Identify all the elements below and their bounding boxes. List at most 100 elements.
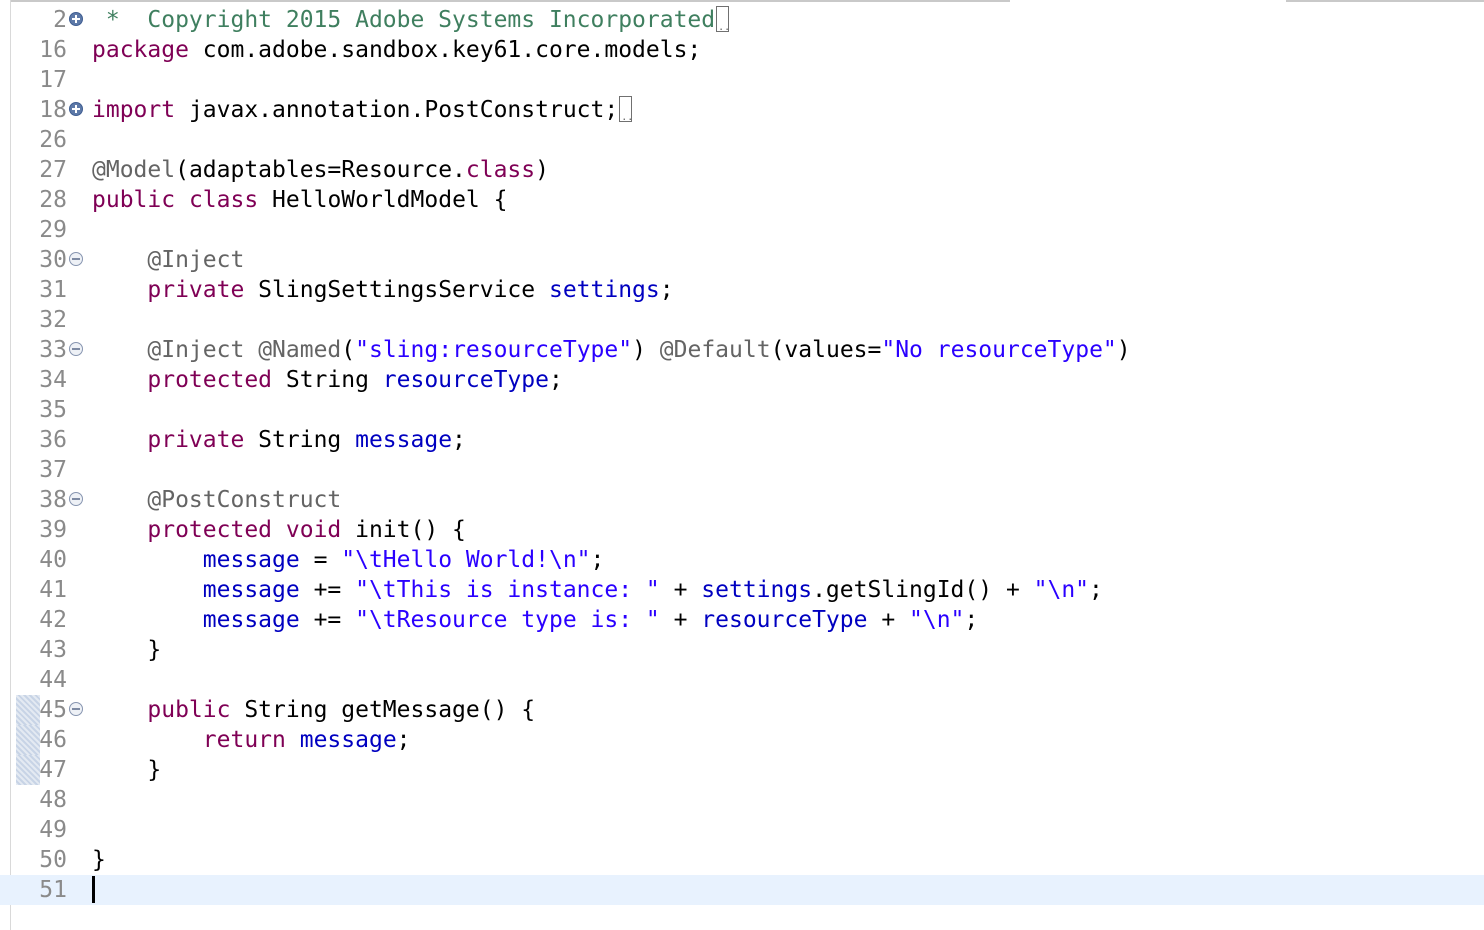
code-line[interactable]: 50}	[0, 845, 1484, 875]
code-token: .getSlingId() +	[812, 577, 1034, 603]
tab-strip-border-left	[10, 0, 1010, 2]
code-line[interactable]: 35	[0, 395, 1484, 425]
folded-region-icon[interactable]	[716, 5, 730, 43]
code-text: }	[92, 635, 161, 665]
code-line[interactable]: 17	[0, 65, 1484, 95]
code-token: import	[92, 97, 176, 123]
code-text: @Inject	[92, 245, 244, 275]
code-token: settings	[701, 577, 813, 603]
code-line[interactable]: 18 import javax.annotation.PostConstruct;	[0, 95, 1484, 133]
line-number: 18	[39, 97, 67, 123]
line-number: 16	[39, 37, 67, 63]
line-number: 44	[39, 667, 67, 693]
line-number: 29	[39, 217, 67, 243]
line-number: 49	[39, 817, 67, 843]
code-token: package	[92, 37, 189, 63]
line-number: 31	[39, 277, 67, 303]
code-line[interactable]: 42 message += "\tResource type is: " + r…	[0, 605, 1484, 635]
code-line[interactable]: 32	[0, 305, 1484, 335]
code-line[interactable]: 48	[0, 785, 1484, 815]
code-token: protected	[147, 367, 273, 393]
code-line[interactable]: 33 @Inject @Named("sling:resourceType") …	[0, 335, 1484, 365]
code-token: +=	[299, 607, 356, 633]
text-caret	[92, 876, 95, 903]
fold-expand-icon[interactable]	[69, 102, 83, 116]
code-token: ;	[548, 367, 563, 393]
code-token: public	[147, 697, 231, 723]
code-line[interactable]: 46 return message;	[0, 725, 1484, 755]
code-token: )	[535, 157, 549, 183]
code-token: javax.annotation.PostConstruct;	[175, 97, 619, 123]
code-line[interactable]: 43 }	[0, 635, 1484, 665]
code-token: @Inject	[147, 337, 245, 363]
code-token: =	[299, 547, 342, 573]
code-line[interactable]: 49	[0, 815, 1484, 845]
line-number: 27	[39, 157, 67, 183]
code-token: +	[659, 607, 702, 633]
code-token: return	[202, 727, 286, 753]
code-text: public class HelloWorldModel {	[92, 185, 507, 215]
code-line[interactable]: 31 private SlingSettingsService settings…	[0, 275, 1484, 305]
code-line[interactable]: 30 @Inject	[0, 245, 1484, 275]
code-line[interactable]: 36 private String message;	[0, 425, 1484, 455]
code-token: void	[285, 517, 342, 543]
fold-collapse-icon[interactable]	[69, 492, 83, 506]
line-number: 42	[39, 607, 67, 633]
code-line[interactable]: 41 message += "\tThis is instance: " + s…	[0, 575, 1484, 605]
code-token: message	[202, 607, 300, 633]
code-token: private	[147, 277, 245, 303]
code-line[interactable]: 45 public String getMessage() {	[0, 695, 1484, 725]
code-editor[interactable]: 2 * Copyright 2015 Adobe Systems Incorpo…	[0, 5, 1484, 905]
code-line[interactable]: 16 package com.adobe.sandbox.key61.core.m…	[0, 35, 1484, 65]
code-token: "\n"	[1033, 577, 1090, 603]
code-token: (adaptables=Resource.	[175, 157, 466, 183]
code-line[interactable]: 51	[0, 875, 1484, 905]
code-text: message += "\tThis is instance: " + sett…	[92, 575, 1103, 605]
code-token: )	[1116, 337, 1131, 363]
code-line[interactable]: 37	[0, 455, 1484, 485]
line-number: 2	[53, 7, 67, 33]
code-line[interactable]: 2 * Copyright 2015 Adobe Systems Incorpo…	[0, 5, 1484, 43]
code-editor-window: { "editor": { "lines": [ {"n":"2", "fold…	[0, 0, 1484, 930]
code-token: SlingSettingsService	[244, 277, 549, 303]
code-token: *	[92, 7, 148, 33]
code-line[interactable]: 26	[0, 125, 1484, 155]
line-number: 17	[39, 67, 67, 93]
code-line[interactable]: 29	[0, 215, 1484, 245]
fold-collapse-icon[interactable]	[69, 252, 83, 266]
code-line[interactable]: 39 protected void init() {	[0, 515, 1484, 545]
code-token: "sling:resourceType"	[355, 337, 633, 363]
code-token: message	[202, 577, 300, 603]
code-line[interactable]: 27 @Model(adaptables=Resource.class)	[0, 155, 1484, 185]
code-line[interactable]: 44	[0, 665, 1484, 695]
code-token: +	[867, 607, 910, 633]
code-line[interactable]: 47 }	[0, 755, 1484, 785]
code-token: class	[188, 187, 259, 213]
code-line[interactable]: 38 @PostConstruct	[0, 485, 1484, 515]
line-number: 30	[39, 247, 67, 273]
line-number: 43	[39, 637, 67, 663]
code-token: "\tHello World!\n"	[341, 547, 591, 573]
code-line[interactable]: 34 protected String resourceType;	[0, 365, 1484, 395]
code-line[interactable]: 40 message = "\tHello World!\n";	[0, 545, 1484, 575]
code-line[interactable]: 28 public class HelloWorldModel {	[0, 185, 1484, 215]
line-number: 46	[39, 727, 67, 753]
code-text: public String getMessage() {	[92, 695, 535, 725]
code-token: class	[465, 157, 536, 183]
fold-collapse-icon[interactable]	[69, 342, 83, 356]
fold-expand-icon[interactable]	[69, 12, 83, 26]
line-number: 51	[39, 877, 67, 903]
code-token: protected	[147, 517, 273, 543]
line-number: 37	[39, 457, 67, 483]
folded-region-icon[interactable]	[619, 95, 633, 133]
fold-collapse-icon[interactable]	[69, 702, 83, 716]
code-token: "\tResource type is: "	[355, 607, 660, 633]
code-token: "No resourceType"	[881, 337, 1117, 363]
code-token: ;	[659, 277, 674, 303]
